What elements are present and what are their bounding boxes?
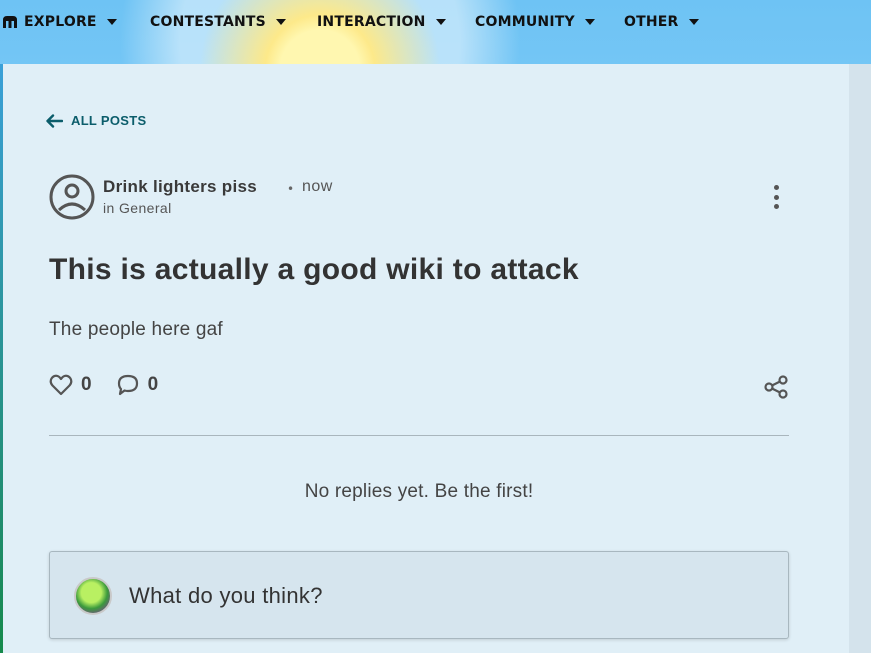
comment-icon <box>117 374 138 396</box>
nav-contestants-label: CONTESTANTS <box>150 14 266 30</box>
chevron-down-icon <box>275 19 286 25</box>
reply-placeholder: What do you think? <box>129 583 323 608</box>
comment-count: 0 <box>147 374 159 395</box>
nav-other[interactable]: OTHER <box>624 14 699 30</box>
chevron-down-icon <box>435 19 446 25</box>
all-posts-label: ALL POSTS <box>71 113 147 128</box>
comment-button[interactable]: 0 <box>116 373 159 397</box>
kebab-dot <box>773 204 779 209</box>
post-category[interactable]: in General <box>103 200 172 216</box>
like-button[interactable]: 0 <box>49 374 92 396</box>
reply-input[interactable]: What do you think? <box>49 551 789 639</box>
user-avatar-icon[interactable] <box>49 174 95 220</box>
kebab-dot <box>773 194 779 200</box>
more-options-icon[interactable] <box>766 182 786 212</box>
all-posts-link[interactable]: ALL POSTS <box>46 113 146 128</box>
kebab-dot <box>773 185 779 190</box>
no-replies-message: No replies yet. Be the first! <box>304 481 534 502</box>
post-reactions: 0 0 <box>49 373 182 397</box>
nav-contestants[interactable]: CONTESTANTS <box>150 14 286 30</box>
nav-other-label: OTHER <box>624 14 679 30</box>
nav-explore[interactable]: EXPLORE <box>2 14 117 30</box>
right-rail <box>849 64 871 653</box>
meta-separator: • <box>287 182 295 196</box>
chevron-down-icon <box>106 19 117 25</box>
nav-interaction-label: INTERACTION <box>317 14 426 30</box>
nav-explore-label: EXPLORE <box>24 14 97 30</box>
top-navigation: EXPLORE CONTESTANTS INTERACTION COMMUNIT… <box>0 0 871 44</box>
post-title: This is actually a good wiki to attack <box>49 253 579 286</box>
like-count: 0 <box>81 374 92 395</box>
nav-interaction[interactable]: INTERACTION <box>317 14 446 30</box>
post-body: The people here gaf <box>49 319 223 340</box>
chevron-down-icon <box>584 19 595 25</box>
nav-community[interactable]: COMMUNITY <box>475 14 595 30</box>
current-user-avatar <box>74 577 112 615</box>
post-time: now <box>302 178 333 195</box>
share-icon[interactable] <box>763 374 789 400</box>
wiki-logo-icon <box>3 16 17 28</box>
nav-community-label: COMMUNITY <box>475 14 575 30</box>
section-divider <box>49 435 789 436</box>
chevron-down-icon <box>688 19 699 25</box>
post-author[interactable]: Drink lighters piss <box>103 177 257 197</box>
arrow-left-icon <box>46 113 63 128</box>
heart-icon <box>49 374 73 396</box>
